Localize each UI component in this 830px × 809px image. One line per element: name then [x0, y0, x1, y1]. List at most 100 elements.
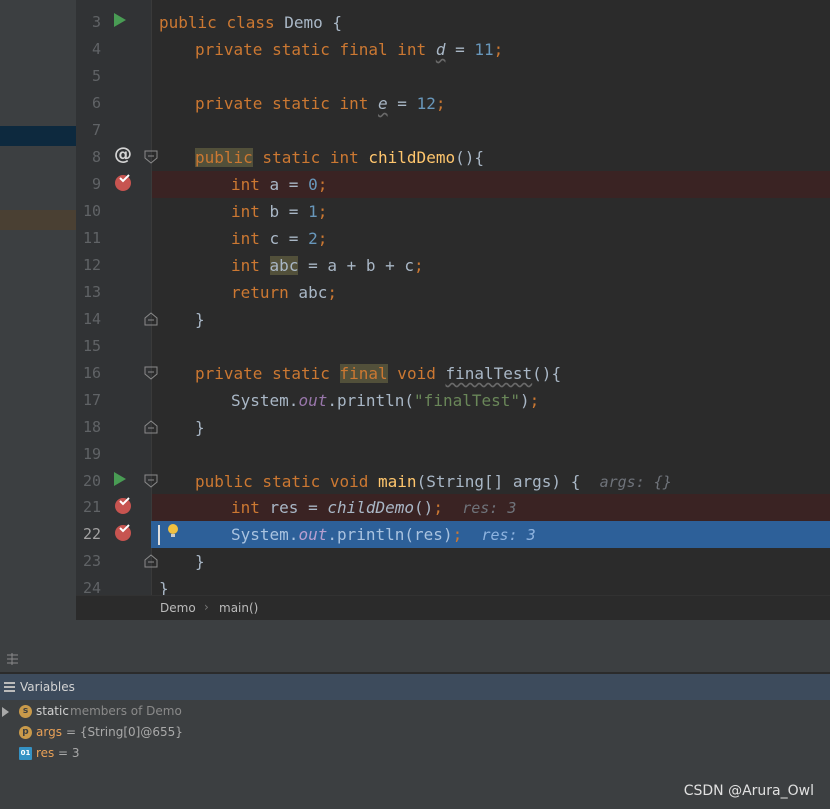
line-number: 20	[82, 472, 101, 490]
fold-marker-icon[interactable]	[144, 474, 158, 488]
project-highlight-item[interactable]	[0, 210, 76, 230]
code-token: ;	[317, 175, 328, 194]
code-line-21[interactable]: int res = childDemo(); res: 3	[231, 494, 516, 521]
code-token: (){	[455, 148, 484, 167]
fold-marker-icon[interactable]	[144, 420, 158, 434]
code-token: ()	[414, 498, 434, 517]
code-token: "finalTest"	[414, 391, 521, 410]
code-token: ;	[452, 525, 463, 544]
code-token: )	[520, 391, 530, 410]
code-token: = a + b + c	[298, 256, 415, 275]
line-number: 10	[82, 202, 101, 220]
line-number: 4	[91, 40, 101, 58]
code-token: finalTest	[445, 364, 533, 383]
code-line-3[interactable]: public class Demo {	[159, 9, 342, 36]
code-token: b =	[259, 202, 309, 221]
code-token: return	[231, 283, 289, 302]
code-token: childDemo	[368, 148, 456, 167]
variables-panel-header[interactable]: Variables	[0, 674, 830, 700]
code-token: 12	[416, 94, 436, 113]
parameter-badge-icon: p	[19, 726, 32, 739]
code-token: ;	[529, 391, 540, 410]
code-token: 2	[308, 229, 318, 248]
code-line-9[interactable]: int a = 0;	[231, 171, 327, 198]
code-token: int	[231, 498, 260, 517]
code-line-17[interactable]: System.out.println("finalTest");	[231, 387, 539, 414]
code-token: .println(	[327, 391, 415, 410]
line-number: 8	[91, 148, 101, 166]
breakpoint-verified-icon[interactable]	[114, 524, 132, 542]
code-token: ;	[435, 94, 446, 113]
fold-marker-icon[interactable]	[144, 150, 158, 164]
breadcrumb-item-class[interactable]: Demo	[160, 601, 196, 615]
code-line-12[interactable]: int abc = a + b + c;	[231, 252, 424, 279]
code-token: ;	[317, 202, 328, 221]
line-number: 16	[82, 364, 101, 382]
code-token: out	[298, 391, 328, 410]
code-line-6[interactable]: private static int e = 12;	[195, 90, 445, 117]
intention-bulb-icon[interactable]	[167, 523, 179, 539]
code-token: int	[231, 229, 260, 248]
code-token: {	[322, 13, 343, 32]
code-line-13[interactable]: return abc;	[231, 279, 337, 306]
code-token: public	[159, 13, 217, 32]
code-line-10[interactable]: int b = 1;	[231, 198, 327, 225]
code-token: 1	[308, 202, 318, 221]
line-number: 23	[82, 552, 101, 570]
code-token: (){	[532, 364, 562, 383]
project-panel[interactable]	[0, 0, 76, 620]
line-number: 19	[82, 445, 101, 463]
line-number: 11	[82, 229, 101, 247]
variable-row-args[interactable]: p args = {String[0]@655}	[0, 722, 830, 743]
list-icon	[4, 682, 15, 692]
expand-arrow-icon[interactable]	[2, 707, 9, 717]
breakpoint-verified-icon[interactable]	[114, 174, 132, 192]
code-token: int	[231, 256, 260, 275]
line-number: 14	[82, 310, 101, 328]
code-token: 11	[474, 40, 494, 59]
code-token: e	[378, 94, 388, 113]
code-token: res =	[259, 498, 328, 517]
code-line-4[interactable]: private static final int d = 11;	[195, 36, 503, 63]
code-line-22[interactable]: System.out.println(res); res: 3	[231, 521, 536, 548]
text-caret	[158, 525, 160, 545]
code-token: =	[445, 40, 475, 59]
code-line-14[interactable]: }	[195, 306, 205, 333]
at-override-icon[interactable]: @	[114, 146, 132, 164]
breadcrumb-item-method[interactable]: main()	[219, 601, 258, 615]
code-line-23[interactable]: }	[195, 548, 205, 575]
code-line-8[interactable]: public static int childDemo(){	[195, 144, 484, 171]
fold-marker-icon[interactable]	[144, 366, 158, 380]
code-token: abc	[288, 283, 328, 302]
code-token: main	[378, 472, 417, 491]
code-line-18[interactable]: }	[195, 414, 205, 441]
restore-layout-icon[interactable]	[6, 653, 19, 665]
code-token: public	[195, 148, 253, 167]
line-number-current: 22	[82, 525, 101, 543]
code-token: static int	[252, 148, 369, 167]
variable-row-static[interactable]: s static members of Demo	[0, 701, 830, 722]
project-selected-item[interactable]	[0, 126, 76, 146]
variable-name: res	[36, 746, 55, 760]
code-token: int	[231, 202, 260, 221]
code-line-11[interactable]: int c = 2;	[231, 225, 327, 252]
code-token: private static	[195, 364, 340, 383]
variable-value: = {String[0]@655}	[66, 725, 183, 739]
fold-marker-icon[interactable]	[144, 554, 158, 568]
variable-row-res[interactable]: 01 res = 3	[0, 743, 830, 764]
inline-debug-value: args: {}	[599, 473, 672, 491]
run-gutter-icon[interactable]	[114, 13, 126, 27]
breadcrumb-separator: ›	[204, 600, 209, 614]
breadcrumb: Demo › main()	[76, 595, 830, 621]
code-line-20[interactable]: public static void main(String[] args) {…	[195, 468, 672, 495]
code-token: private static int	[195, 94, 379, 113]
line-number: 18	[82, 418, 101, 436]
fold-marker-icon[interactable]	[144, 312, 158, 326]
run-gutter-icon[interactable]	[114, 472, 126, 486]
line-number: 3	[91, 13, 101, 31]
code-token: int	[231, 175, 260, 194]
breakpoint-verified-icon[interactable]	[114, 497, 132, 515]
code-token: .println(res)	[327, 525, 453, 544]
code-line-16[interactable]: private static final void finalTest(){	[195, 360, 561, 387]
